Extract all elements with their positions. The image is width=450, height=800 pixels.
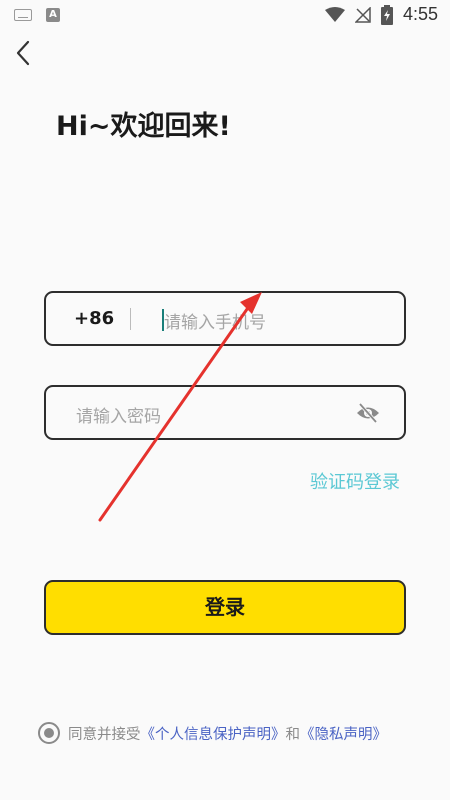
divider [130, 308, 131, 330]
wifi-icon [324, 6, 345, 22]
phone-input[interactable]: +86 请输入手机号 [44, 291, 406, 346]
password-input[interactable]: 请输入密码 [44, 385, 406, 440]
phone-placeholder: 请输入手机号 [164, 313, 266, 333]
no-signal-icon [354, 6, 371, 23]
password-placeholder: 请输入密码 [76, 407, 161, 427]
status-bar: A 4:55 [0, 0, 450, 32]
country-code-selector[interactable]: +86 [74, 308, 114, 329]
chevron-left-icon [16, 40, 30, 66]
status-time: 4:55 [402, 4, 438, 24]
agreement-conjunction: 和 [285, 726, 301, 743]
eye-off-icon[interactable] [356, 402, 380, 424]
sms-login-link[interactable]: 验证码登录 [310, 468, 400, 494]
privacy-protection-link[interactable]: 《个人信息保护声明》 [141, 723, 286, 744]
keyboard-icon [14, 9, 32, 21]
agreement-prefix: 同意并接受 [68, 726, 141, 743]
login-button[interactable]: 登录 [44, 580, 406, 635]
agreement-row: 同意并接受 《个人信息保护声明》 和 《隐私声明》 [38, 722, 387, 744]
agree-radio[interactable] [38, 722, 60, 744]
back-button[interactable] [10, 38, 36, 68]
privacy-policy-link[interactable]: 《隐私声明》 [300, 723, 387, 744]
battery-charging-icon [380, 4, 393, 25]
page-title: Hi~欢迎回来! [56, 111, 231, 142]
a-notification-icon: A [46, 8, 60, 22]
